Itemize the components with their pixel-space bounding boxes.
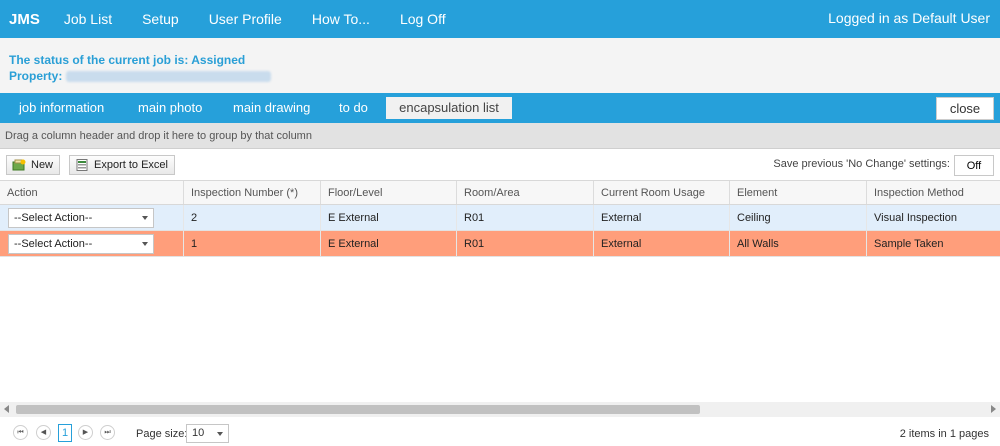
inspection-number-cell: 2	[183, 205, 320, 230]
action-select[interactable]: --Select Action--	[8, 234, 154, 254]
action-select-value: --Select Action--	[14, 212, 93, 224]
column-header-current-room-usage[interactable]: Current Room Usage	[593, 181, 729, 204]
page-size-select[interactable]: 10	[186, 424, 229, 443]
chevron-down-icon	[142, 216, 148, 220]
page-size-label: Page size:	[136, 428, 188, 440]
room-area-cell: R01	[456, 205, 593, 230]
page-number-current[interactable]: 1	[58, 424, 72, 442]
prev-page-icon[interactable]: ◀	[36, 425, 51, 440]
next-page-icon[interactable]: ▶	[78, 425, 93, 440]
column-header-inspection-number[interactable]: Inspection Number (*)	[183, 181, 320, 204]
scrollbar-thumb[interactable]	[16, 405, 700, 414]
pager: ⏮ ◀ 1 ▶ ⏭ Page size: 10 2 items in 1 pag…	[0, 420, 1000, 446]
column-header-element[interactable]: Element	[729, 181, 866, 204]
property-line: Property:	[9, 69, 272, 83]
chevron-down-icon	[217, 432, 223, 436]
action-cell: --Select Action--	[0, 205, 183, 230]
column-header-action[interactable]: Action	[0, 181, 183, 204]
close-button[interactable]: close	[936, 97, 994, 120]
nav-how-to[interactable]: How To...	[312, 11, 370, 27]
horizontal-scrollbar[interactable]	[0, 402, 1000, 417]
nav-user-profile[interactable]: User Profile	[209, 11, 282, 27]
top-nav-bar: JMS Job List Setup User Profile How To..…	[0, 0, 1000, 38]
nav-log-off[interactable]: Log Off	[400, 11, 446, 27]
floor-level-cell: E External	[320, 205, 456, 230]
tab-to-do[interactable]: to do	[329, 97, 378, 119]
property-value-redacted	[66, 71, 272, 83]
scroll-right-icon[interactable]	[991, 405, 996, 413]
property-label: Property:	[9, 69, 63, 83]
save-no-change-toggle[interactable]: Off	[954, 155, 994, 176]
logged-in-user: Logged in as Default User	[828, 10, 990, 26]
save-no-change-label: Save previous 'No Change' settings:	[773, 158, 950, 170]
job-status-panel: The status of the current job is: Assign…	[0, 38, 1000, 93]
job-status-text: The status of the current job is: Assign…	[9, 53, 246, 67]
element-cell: Ceiling	[729, 205, 866, 230]
table-row[interactable]: --Select Action-- 1 E External R01 Exter…	[0, 231, 1000, 257]
page-size-value: 10	[192, 427, 205, 439]
action-select-value: --Select Action--	[14, 238, 93, 250]
room-area-cell: R01	[456, 231, 593, 256]
pager-info: 2 items in 1 pages	[899, 428, 989, 440]
column-header-room-area[interactable]: Room/Area	[456, 181, 593, 204]
room-usage-cell: External	[593, 205, 729, 230]
tab-main-photo[interactable]: main photo	[128, 97, 212, 119]
chevron-down-icon	[142, 242, 148, 246]
last-page-icon[interactable]: ⏭	[100, 425, 115, 440]
scroll-left-icon[interactable]	[4, 405, 9, 413]
grid-header: Action Inspection Number (*) Floor/Level…	[0, 180, 1000, 205]
tab-main-drawing[interactable]: main drawing	[223, 97, 320, 119]
brand-logo[interactable]: JMS	[9, 11, 40, 28]
excel-icon	[76, 159, 88, 171]
inspection-number-cell: 1	[183, 231, 320, 256]
first-page-icon[interactable]: ⏮	[13, 425, 28, 440]
tab-encapsulation-list[interactable]: encapsulation list	[386, 97, 512, 119]
tab-job-information[interactable]: job information	[9, 97, 114, 119]
element-cell: All Walls	[729, 231, 866, 256]
inspection-method-cell: Sample Taken	[866, 231, 1000, 256]
action-cell: --Select Action--	[0, 231, 183, 256]
room-usage-cell: External	[593, 231, 729, 256]
export-excel-button[interactable]: Export to Excel	[69, 155, 175, 175]
new-button[interactable]: New	[6, 155, 61, 175]
table-row[interactable]: --Select Action-- 2 E External R01 Exter…	[0, 205, 1000, 231]
export-label: Export to Excel	[94, 159, 168, 171]
column-header-inspection-method[interactable]: Inspection Method	[866, 181, 1000, 204]
group-drop-area[interactable]: Drag a column header and drop it here to…	[0, 123, 1000, 149]
floor-level-cell: E External	[320, 231, 456, 256]
job-tabs: job information main photo main drawing …	[0, 93, 1000, 123]
nav-setup[interactable]: Setup	[142, 11, 179, 27]
column-header-floor-level[interactable]: Floor/Level	[320, 181, 456, 204]
inspection-method-cell: Visual Inspection	[866, 205, 1000, 230]
add-record-icon	[12, 159, 26, 171]
nav-job-list[interactable]: Job List	[64, 11, 112, 27]
action-select[interactable]: --Select Action--	[8, 208, 154, 228]
new-label: New	[31, 159, 54, 171]
